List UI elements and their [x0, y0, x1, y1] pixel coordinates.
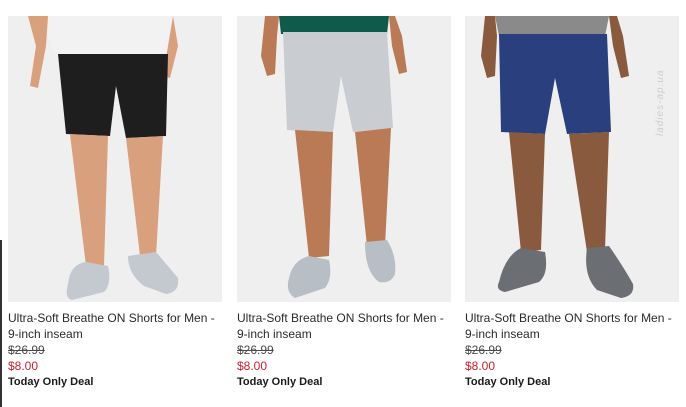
original-price: $26.99 — [465, 343, 502, 357]
product-name-link[interactable]: Ultra-Soft Breathe ON Shorts for Men - 9… — [465, 310, 679, 342]
deal-badge: Today Only Deal — [237, 376, 323, 388]
sale-price: $8.00 — [465, 359, 496, 373]
deal-badge: Today Only Deal — [8, 376, 94, 388]
product-image[interactable] — [465, 16, 679, 302]
watermark-text: ladies-ap.ua — [655, 69, 666, 136]
product-image[interactable] — [8, 16, 222, 302]
left-edge-divider — [0, 240, 2, 407]
sale-price: $8.00 — [237, 359, 268, 373]
deal-badge: Today Only Deal — [465, 376, 551, 388]
product-card[interactable]: Ultra-Soft Breathe ON Shorts for Men - 9… — [237, 16, 451, 390]
original-price: $26.99 — [8, 343, 45, 357]
model-photo — [465, 16, 679, 302]
sale-price: $8.00 — [8, 359, 39, 373]
model-photo — [237, 16, 451, 302]
original-price: $26.99 — [237, 343, 274, 357]
product-card[interactable]: Ultra-Soft Breathe ON Shorts for Men - 9… — [8, 16, 222, 390]
product-name-link[interactable]: Ultra-Soft Breathe ON Shorts for Men - 9… — [8, 310, 222, 342]
product-image[interactable] — [237, 16, 451, 302]
product-name-link[interactable]: Ultra-Soft Breathe ON Shorts for Men - 9… — [237, 310, 451, 342]
product-card[interactable]: Ultra-Soft Breathe ON Shorts for Men - 9… — [465, 16, 679, 390]
model-photo — [8, 16, 222, 302]
